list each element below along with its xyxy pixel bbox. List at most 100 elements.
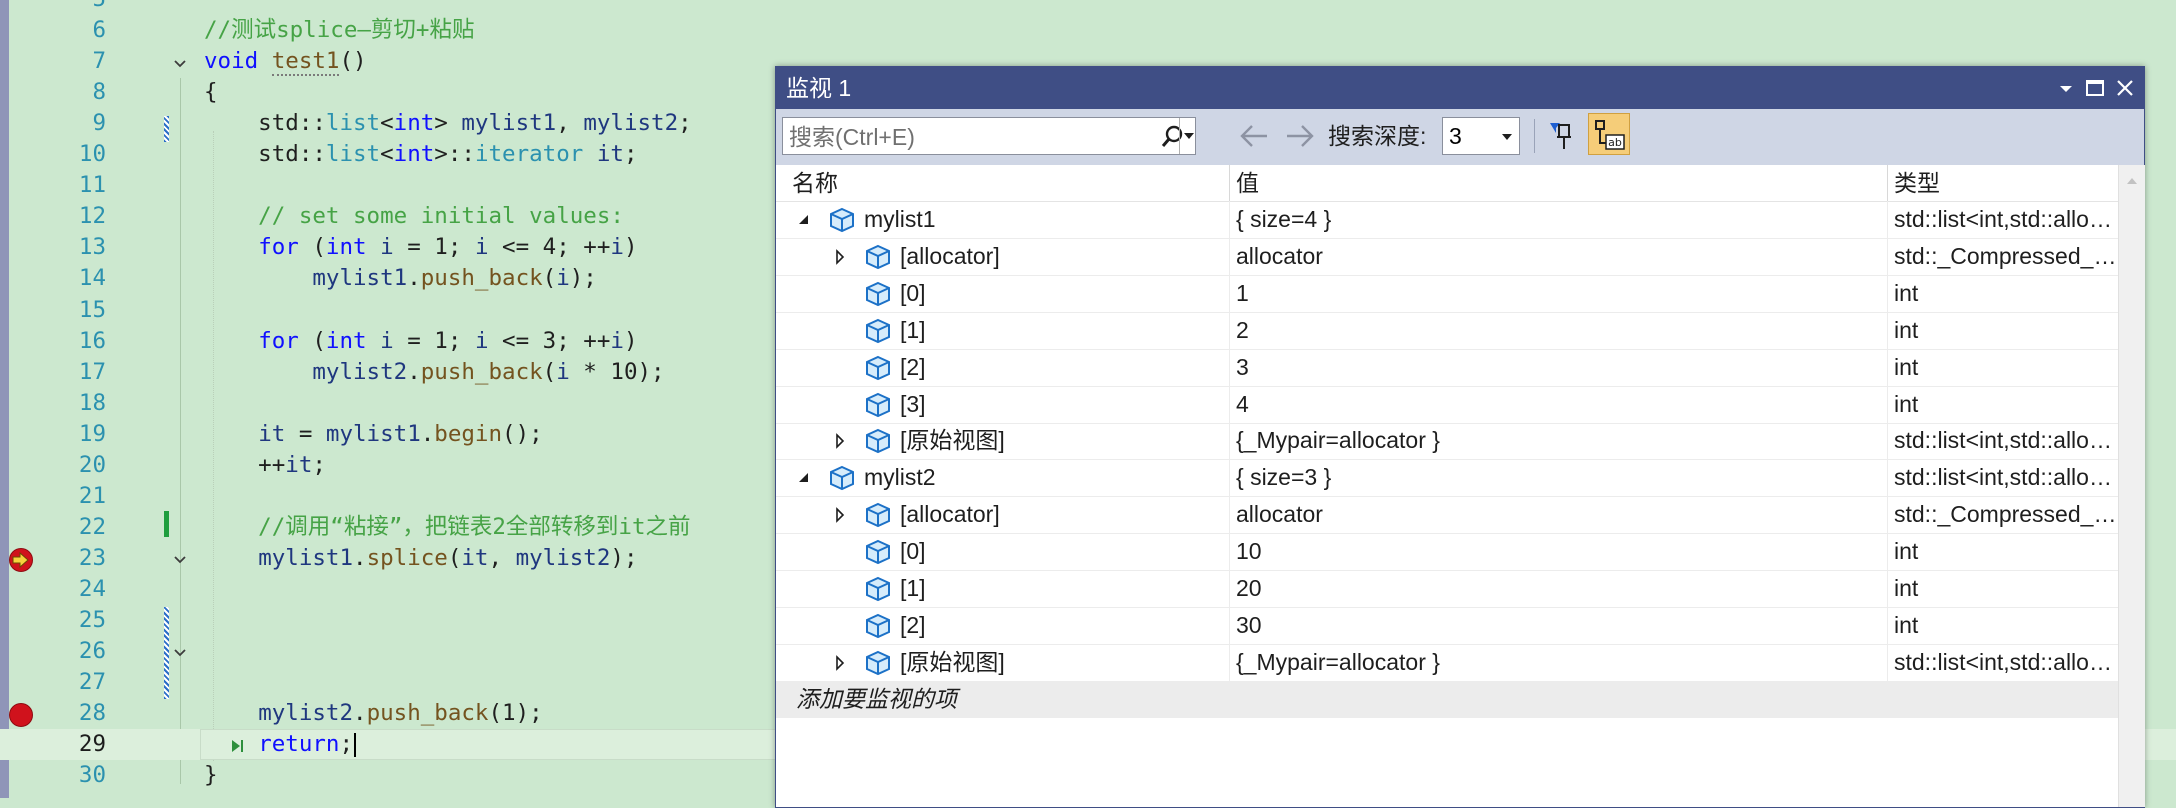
code-text[interactable]: mylist2.push_back(i * 10); xyxy=(204,357,664,388)
maximize-icon[interactable] xyxy=(2083,76,2107,100)
code-text[interactable]: void test1() xyxy=(204,46,367,77)
watch-item-value[interactable]: 3 xyxy=(1236,349,1249,385)
watch-item-value[interactable]: {_Mypair=allocator } xyxy=(1236,422,1440,458)
watch-row[interactable]: [1] 2 int xyxy=(776,311,2118,350)
watch-item-name[interactable]: [原始视图] xyxy=(900,422,1005,458)
column-divider[interactable] xyxy=(1229,165,1230,201)
watch-item-value[interactable]: {_Mypair=allocator } xyxy=(1236,644,1440,680)
watch-title-bar[interactable]: 监视 1 xyxy=(776,67,2144,109)
code-token: <= 3; ++ xyxy=(488,327,611,354)
code-text[interactable]: //调用“粘接”，把链表2全部转移到it之前 xyxy=(204,512,691,543)
code-text[interactable]: // set some initial values: xyxy=(204,201,624,232)
pin-filter-icon[interactable] xyxy=(1548,121,1576,155)
watch-row[interactable]: [原始视图] {_Mypair=allocator } std::list<int,… xyxy=(776,643,2118,682)
close-icon[interactable] xyxy=(2113,76,2137,100)
code-text[interactable]: mylist1.push_back(i); xyxy=(204,263,596,294)
watch-item-value[interactable]: 20 xyxy=(1236,570,1262,606)
watch-row[interactable]: [allocator] allocator std::_Compressed_pai… xyxy=(776,496,2118,535)
code-text[interactable]: return; xyxy=(204,729,357,760)
watch-item-name[interactable]: [1] xyxy=(900,570,926,606)
watch-item-name[interactable]: mylist2 xyxy=(864,459,936,495)
search-box[interactable] xyxy=(782,117,1196,155)
fold-toggle[interactable] xyxy=(172,645,188,661)
watch-row[interactable]: [1] 20 int xyxy=(776,570,2118,608)
watch-row[interactable]: [0] 1 int xyxy=(776,274,2118,313)
watch-item-name[interactable]: mylist1 xyxy=(864,201,936,237)
watch-item-name[interactable]: [3] xyxy=(900,386,926,422)
column-header-value[interactable]: 值 xyxy=(1236,165,1259,201)
code-token: ; xyxy=(678,110,692,137)
watch-row[interactable]: [3] 4 int xyxy=(776,385,2118,424)
watch-window[interactable]: 监视 1 搜索深度: 3 xyxy=(775,66,2145,808)
watch-item-value[interactable]: { size=4 } xyxy=(1236,201,1331,237)
watch-item-value[interactable]: allocator xyxy=(1236,496,1323,532)
watch-row[interactable]: [2] 3 int xyxy=(776,348,2118,387)
code-token: begin xyxy=(434,420,503,447)
search-dropdown-arrow[interactable] xyxy=(1179,118,1198,154)
watch-item-name[interactable]: [2] xyxy=(900,349,926,385)
collapsed-arrow-icon[interactable] xyxy=(832,507,848,524)
watch-item-name[interactable]: [allocator] xyxy=(900,496,1000,532)
expanded-arrow-icon[interactable] xyxy=(796,470,812,486)
vertical-scrollbar[interactable] xyxy=(2118,165,2145,807)
watch-row[interactable]: [原始视图] {_Mypair=allocator } std::list<int,… xyxy=(776,422,2118,461)
add-watch-item-label[interactable]: 添加要监视的项 xyxy=(796,681,957,717)
watch-item-value[interactable]: 2 xyxy=(1236,312,1249,348)
watch-item-name[interactable]: [0] xyxy=(900,533,926,569)
collapsed-arrow-icon[interactable] xyxy=(832,433,848,450)
search-depth-select[interactable]: 3 xyxy=(1442,117,1520,155)
watch-item-value[interactable]: 4 xyxy=(1236,386,1249,422)
watch-row[interactable]: mylist2 { size=3 } std::list<int,std::allo… xyxy=(776,459,2118,498)
breakpoint-current-statement-icon[interactable] xyxy=(9,548,33,572)
watch-item-value[interactable]: allocator xyxy=(1236,238,1323,274)
line-number: 20 xyxy=(78,451,106,478)
watch-item-name[interactable]: [1] xyxy=(900,312,926,348)
column-header-name[interactable]: 名称 xyxy=(792,165,838,201)
watch-row[interactable]: mylist1 { size=4 } std::list<int,std::allo… xyxy=(776,201,2118,239)
code-text[interactable]: ++it; xyxy=(204,450,326,481)
search-forward-arrow-icon[interactable] xyxy=(1284,123,1316,153)
code-text[interactable]: for (int i = 1; i <= 3; ++i) xyxy=(204,326,637,357)
watch-item-value[interactable]: 10 xyxy=(1236,533,1262,569)
code-text[interactable]: //测试splice—剪切+粘贴 xyxy=(204,15,474,46)
watch-row[interactable]: [0] 10 int xyxy=(776,533,2118,572)
code-text[interactable]: { xyxy=(204,77,218,108)
add-watch-item-row[interactable]: 添加要监视的项 xyxy=(776,680,2118,718)
fold-toggle[interactable] xyxy=(172,552,188,568)
breakpoint-icon[interactable] xyxy=(9,703,33,727)
code-text[interactable]: mylist2.push_back(1); xyxy=(204,698,542,729)
code-text[interactable]: } xyxy=(204,760,218,791)
code-token: (); xyxy=(502,420,543,447)
watch-item-name[interactable]: [0] xyxy=(900,275,926,311)
dropdown-menu-icon[interactable] xyxy=(2054,76,2078,100)
collapsed-arrow-icon[interactable] xyxy=(832,654,848,671)
fold-toggle[interactable] xyxy=(172,56,188,72)
code-text[interactable]: std::list<int> mylist1, mylist2; xyxy=(204,108,692,139)
collapsed-arrow-icon[interactable] xyxy=(832,248,848,265)
watch-item-value[interactable]: 1 xyxy=(1236,275,1249,311)
code-token: //调用“粘接”，把链表2全部转移到it之前 xyxy=(204,513,691,540)
watch-row[interactable]: [2] 30 int xyxy=(776,606,2118,645)
column-header-type[interactable]: 类型 xyxy=(1894,165,1940,201)
watch-row[interactable]: [allocator] allocator std::_Compressed_pai… xyxy=(776,237,2118,276)
column-divider[interactable] xyxy=(1887,165,1888,201)
code-text[interactable]: std::list<int>::iterator it; xyxy=(204,139,637,170)
line-number: 23 xyxy=(78,544,106,571)
search-input[interactable] xyxy=(787,121,1151,153)
watch-item-name[interactable]: [原始视图] xyxy=(900,644,1005,680)
watch-item-value[interactable]: { size=3 } xyxy=(1236,459,1331,495)
code-text[interactable]: for (int i = 1; i <= 4; ++i) xyxy=(204,232,637,263)
watch-grid-header: 名称 值 类型 xyxy=(776,165,2118,202)
column-divider xyxy=(1229,274,1230,312)
hexadecimal-display-toggle-icon[interactable]: ab xyxy=(1588,113,1630,155)
search-back-arrow-icon[interactable] xyxy=(1238,123,1270,153)
code-token: ( xyxy=(298,327,326,354)
watch-item-name[interactable]: [allocator] xyxy=(900,238,1000,274)
expanded-arrow-icon[interactable] xyxy=(796,212,812,228)
code-line[interactable]: 5 xyxy=(0,0,2176,15)
code-text[interactable]: mylist1.splice(it, mylist2); xyxy=(204,543,637,574)
code-text[interactable]: it = mylist1.begin(); xyxy=(204,419,543,450)
watch-item-name[interactable]: [2] xyxy=(900,607,926,643)
watch-item-value[interactable]: 30 xyxy=(1236,607,1262,643)
code-line[interactable]: 6 //测试splice—剪切+粘贴 xyxy=(0,15,2176,46)
